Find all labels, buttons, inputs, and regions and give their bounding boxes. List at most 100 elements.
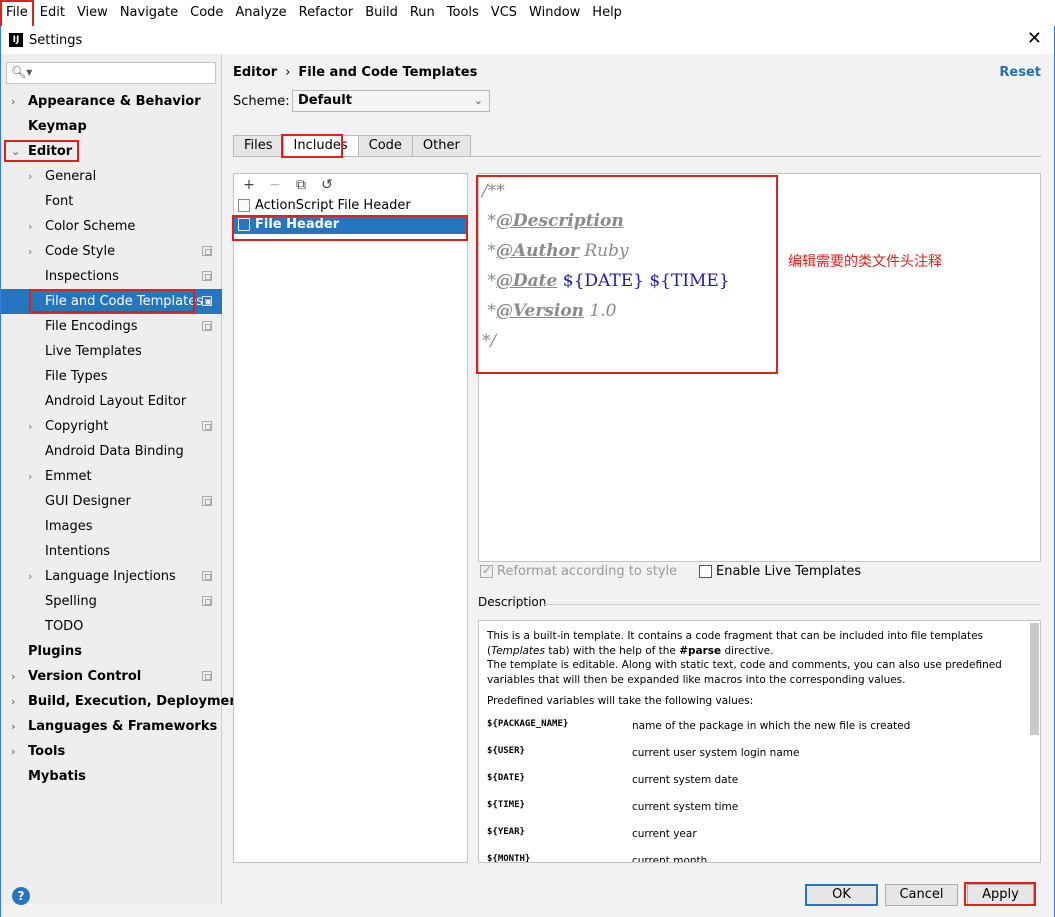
tree-label: Color Scheme	[45, 219, 136, 234]
menu-help[interactable]: Help	[586, 0, 628, 26]
tree-item-todo[interactable]: TODO	[1, 614, 222, 639]
chevron-right-icon[interactable]: ›	[28, 214, 32, 239]
menu-window[interactable]: Window	[523, 0, 586, 26]
copy-icon	[202, 296, 212, 306]
tree-label: Appearance & Behavior	[28, 94, 201, 109]
tree-item-gui-designer[interactable]: GUI Designer	[1, 489, 222, 514]
scrollbar-thumb[interactable]	[1030, 623, 1039, 735]
chevron-right-icon[interactable]: ›	[11, 714, 16, 739]
chevron-down-icon[interactable]: ⌄	[11, 139, 20, 164]
tab-code[interactable]: Code	[357, 135, 412, 157]
list-item[interactable]: ActionScript File Header	[234, 196, 467, 215]
tree-item-keymap[interactable]: Keymap	[1, 114, 222, 139]
variable-desc: current year	[632, 827, 697, 840]
tree-item-version-control[interactable]: › Version Control	[1, 664, 222, 689]
tree-label: Mybatis	[28, 769, 86, 784]
scheme-value: Default	[298, 93, 352, 108]
close-icon[interactable]: ✕	[1027, 30, 1042, 48]
tree-item-font[interactable]: Font	[1, 189, 222, 214]
tree-item-intentions[interactable]: Intentions	[1, 539, 222, 564]
chevron-down-icon: ⌄	[473, 94, 483, 107]
chevron-right-icon[interactable]: ›	[11, 739, 16, 764]
tree-item-inspections[interactable]: Inspections	[1, 264, 222, 289]
variable-row: ${USER} current user system login name	[487, 743, 1032, 770]
menu-tools[interactable]: Tools	[441, 0, 485, 26]
tree-item-appearance[interactable]: › Appearance & Behavior	[1, 89, 222, 114]
cancel-button[interactable]: Cancel	[885, 884, 958, 906]
description-text: This is a built-in template. It contains…	[487, 629, 1032, 687]
comment-close: */	[482, 331, 497, 351]
menu-file[interactable]: File	[0, 0, 34, 26]
search-input[interactable]: 🔍︎▾	[6, 62, 216, 84]
tree-item-tools[interactable]: › Tools	[1, 739, 222, 764]
add-icon[interactable]: +	[240, 177, 258, 193]
apply-button[interactable]: Apply	[967, 884, 1034, 906]
revert-icon[interactable]: ↺	[318, 177, 336, 193]
scheme-select[interactable]: Default ⌄	[292, 90, 490, 112]
chevron-right-icon[interactable]: ›	[28, 239, 32, 264]
tree-label: GUI Designer	[45, 494, 131, 509]
copy-icon[interactable]: ⧉	[292, 177, 310, 193]
tree-item-images[interactable]: Images	[1, 514, 222, 539]
menu-analyze[interactable]: Analyze	[229, 0, 292, 26]
template-editor[interactable]: /** *@Description *@Author Ruby *@Date $…	[478, 173, 1041, 562]
tab-includes[interactable]: Includes	[282, 135, 358, 157]
tree-item-languages-frameworks[interactable]: › Languages & Frameworks	[1, 714, 222, 739]
tree-item-live-templates[interactable]: Live Templates	[1, 339, 222, 364]
menu-code[interactable]: Code	[184, 0, 229, 26]
chevron-right-icon[interactable]: ›	[28, 564, 32, 589]
tree-item-android-layout-editor[interactable]: Android Layout Editor	[1, 389, 222, 414]
copy-icon	[202, 571, 212, 581]
tree-item-copyright[interactable]: › Copyright	[1, 414, 222, 439]
remove-icon[interactable]: −	[266, 177, 284, 193]
tab-files[interactable]: Files	[233, 135, 283, 157]
tree-item-file-and-code-templates[interactable]: File and Code Templates	[1, 289, 222, 314]
tree-item-code-style[interactable]: › Code Style	[1, 239, 222, 264]
menu-refactor[interactable]: Refactor	[293, 0, 360, 26]
tree-item-file-types[interactable]: File Types	[1, 364, 222, 389]
menu-view[interactable]: View	[71, 0, 114, 26]
menu-edit[interactable]: Edit	[34, 0, 71, 26]
doc-tag: @Date	[495, 271, 558, 291]
menu-vcs[interactable]: VCS	[485, 0, 523, 26]
list-item-label: ActionScript File Header	[255, 198, 411, 213]
copy-icon	[202, 271, 212, 281]
live-templates-option[interactable]: Enable Live Templates	[699, 564, 861, 579]
tree-item-editor[interactable]: ⌄ Editor	[1, 139, 222, 164]
menu-run[interactable]: Run	[404, 0, 441, 26]
variable-row: ${DATE} current system date	[487, 770, 1032, 797]
tree-item-build-execution-deployment[interactable]: › Build, Execution, Deployment	[1, 689, 245, 714]
variable-desc: current month	[632, 854, 708, 863]
tree-item-android-data-binding[interactable]: Android Data Binding	[1, 439, 222, 464]
reformat-checkbox[interactable]	[480, 563, 493, 578]
help-icon[interactable]: ?	[12, 887, 30, 905]
tree-item-file-encodings[interactable]: File Encodings	[1, 314, 222, 339]
chevron-right-icon[interactable]: ›	[11, 89, 16, 114]
tree-label: Emmet	[45, 469, 92, 484]
reset-link[interactable]: Reset	[999, 65, 1041, 80]
tree-label: Font	[45, 194, 74, 209]
chevron-right-icon[interactable]: ›	[11, 664, 16, 689]
code-line: *@Author Ruby	[482, 241, 628, 261]
tree-item-mybatis[interactable]: Mybatis	[1, 764, 222, 789]
reformat-option[interactable]: Reformat according to style	[480, 563, 677, 579]
chevron-right-icon[interactable]: ›	[28, 464, 32, 489]
chevron-right-icon[interactable]: ›	[11, 689, 16, 714]
chevron-right-icon[interactable]: ›	[28, 414, 32, 439]
copy-icon	[202, 321, 212, 331]
scheme-label: Scheme:	[233, 94, 290, 109]
ok-button[interactable]: OK	[805, 884, 878, 906]
live-templates-checkbox[interactable]	[699, 565, 712, 578]
tree-item-color-scheme[interactable]: › Color Scheme	[1, 214, 222, 239]
tab-other[interactable]: Other	[411, 135, 471, 157]
tree-item-spelling[interactable]: Spelling	[1, 589, 222, 614]
tree-item-plugins[interactable]: Plugins	[1, 639, 222, 664]
tree-item-general[interactable]: › General	[1, 164, 222, 189]
menu-navigate[interactable]: Navigate	[114, 0, 184, 26]
text-run: Templates	[491, 644, 545, 657]
tree-item-emmet[interactable]: › Emmet	[1, 464, 222, 489]
menu-build[interactable]: Build	[359, 0, 404, 26]
list-item-selected[interactable]: File Header	[234, 215, 467, 234]
chevron-right-icon[interactable]: ›	[28, 164, 32, 189]
tree-item-language-injections[interactable]: › Language Injections	[1, 564, 222, 589]
